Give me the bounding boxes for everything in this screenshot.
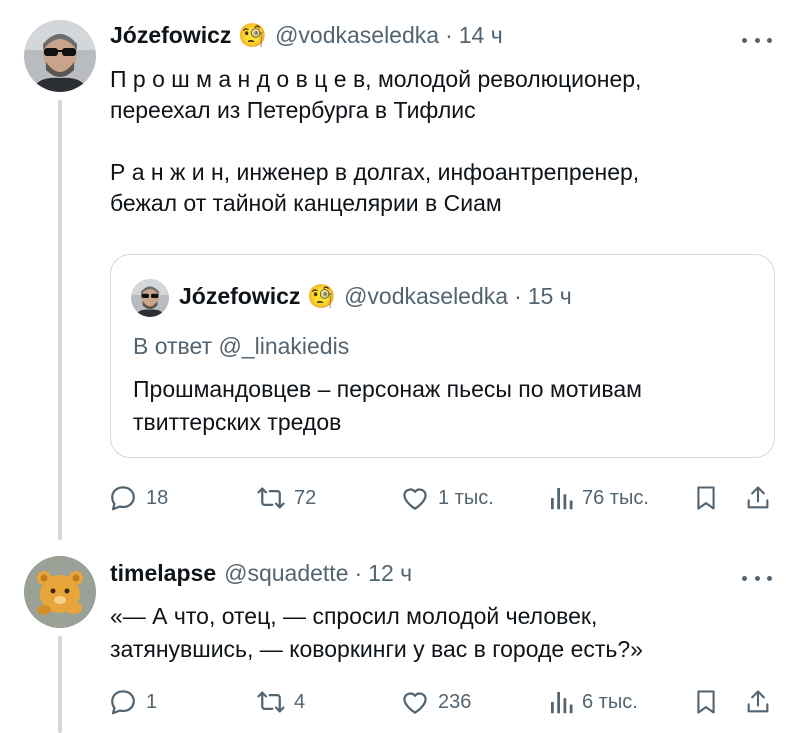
avatar[interactable]: [24, 20, 96, 92]
tweet-line: П р о ш м а н д о в ц е в, молодой револ…: [110, 66, 642, 92]
bookmark-button[interactable]: [692, 481, 720, 515]
share-icon: [747, 486, 769, 509]
timestamp[interactable]: 12 ч: [368, 560, 412, 587]
tweet-actions: 1 4 236 6 тыс.: [108, 685, 774, 719]
reply-count: 1: [146, 690, 158, 713]
bookmark-icon: [697, 486, 715, 510]
tweet-line: Р а н ж и н, инженер в долгах, инфоантре…: [110, 159, 640, 185]
more-icon[interactable]: [742, 30, 772, 50]
share-button[interactable]: [744, 481, 772, 515]
tweet-text: «— А что, отец, — спросил молодой челове…: [110, 600, 643, 666]
separator-dot: ·: [514, 283, 522, 309]
author-name[interactable]: timelapse: [110, 560, 216, 587]
tweet-line: бежал от тайной канцелярии в Сиам: [110, 190, 502, 216]
monocle-emoji-icon: 🧐: [238, 22, 268, 48]
reply-count: 18: [146, 486, 169, 509]
like-count: 1 тыс.: [438, 486, 494, 509]
quote-timestamp: 15 ч: [527, 283, 572, 309]
retweet-icon: [257, 691, 285, 713]
thread-line-bottom: [58, 636, 62, 733]
tweet-line: затянувшись, — коворкинги у вас в городе…: [110, 636, 643, 662]
views-count: 6 тыс.: [582, 690, 638, 713]
reply-button[interactable]: 1: [108, 685, 157, 719]
quote-line: твиттерских тредов: [133, 409, 342, 435]
reply-icon: [111, 690, 135, 715]
author-name[interactable]: Józefowicz: [110, 22, 231, 49]
separator-dot: ·: [445, 22, 453, 48]
share-button[interactable]: [744, 685, 772, 719]
avatar[interactable]: [24, 556, 96, 628]
quote-text: Прошмандовцев – персонаж пьесы по мотива…: [133, 373, 642, 439]
tweet-header: timelapse @squadette · 12 ч: [110, 560, 412, 587]
retweet-count: 4: [294, 690, 306, 713]
tweet-line: «— А что, отец, — спросил молодой челове…: [110, 603, 598, 629]
more-icon[interactable]: [742, 568, 772, 588]
quote-header: Józefowicz 🧐 @vodkaseledka · 15 ч: [179, 283, 572, 310]
views-icon: [551, 692, 573, 714]
reply-button[interactable]: 18: [108, 481, 168, 515]
author-handle[interactable]: @squadette: [224, 560, 348, 587]
views-button[interactable]: 6 тыс.: [548, 685, 638, 719]
author-handle[interactable]: @vodkaseledka: [275, 22, 439, 49]
quote-author-name: Józefowicz: [179, 283, 301, 309]
bookmark-icon: [697, 690, 715, 714]
tweet-line: переехал из Петербурга в Тифлис: [110, 97, 476, 123]
like-button[interactable]: 1 тыс.: [400, 481, 494, 515]
like-button[interactable]: 236: [400, 685, 471, 719]
monocle-emoji-icon: 🧐: [307, 283, 337, 309]
bookmark-button[interactable]: [692, 685, 720, 719]
quote-line: Прошмандовцев – персонаж пьесы по мотива…: [133, 376, 642, 402]
share-icon: [747, 690, 769, 713]
heart-icon: [403, 488, 427, 510]
reply-icon: [111, 486, 135, 511]
heart-icon: [403, 692, 427, 714]
tweet-header: Józefowicz 🧐 @vodkaseledka · 14 ч: [110, 22, 503, 49]
tweet-text: П р о ш м а н д о в ц е в, молодой револ…: [110, 64, 641, 219]
retweet-button[interactable]: 4: [256, 685, 305, 719]
retweet-icon: [257, 487, 285, 509]
separator-dot: ·: [354, 560, 363, 586]
like-count: 236: [438, 690, 472, 713]
tweet-actions: 18 72 1 тыс. 76 тыс.: [108, 481, 774, 515]
retweet-button[interactable]: 72: [256, 481, 316, 515]
reply-to-label: В ответ @_linakiedis: [133, 333, 350, 359]
quote-author-handle: @vodkaseledka: [344, 283, 509, 309]
retweet-count: 72: [294, 486, 317, 509]
views-icon: [551, 488, 573, 510]
quoted-tweet[interactable]: Józefowicz 🧐 @vodkaseledka · 15 ч В отве…: [110, 254, 775, 458]
quote-avatar: [131, 279, 169, 317]
timestamp[interactable]: 14 ч: [459, 22, 503, 49]
thread-line-top: [58, 100, 62, 540]
views-button[interactable]: 76 тыс.: [548, 481, 649, 515]
views-count: 76 тыс.: [582, 486, 649, 509]
